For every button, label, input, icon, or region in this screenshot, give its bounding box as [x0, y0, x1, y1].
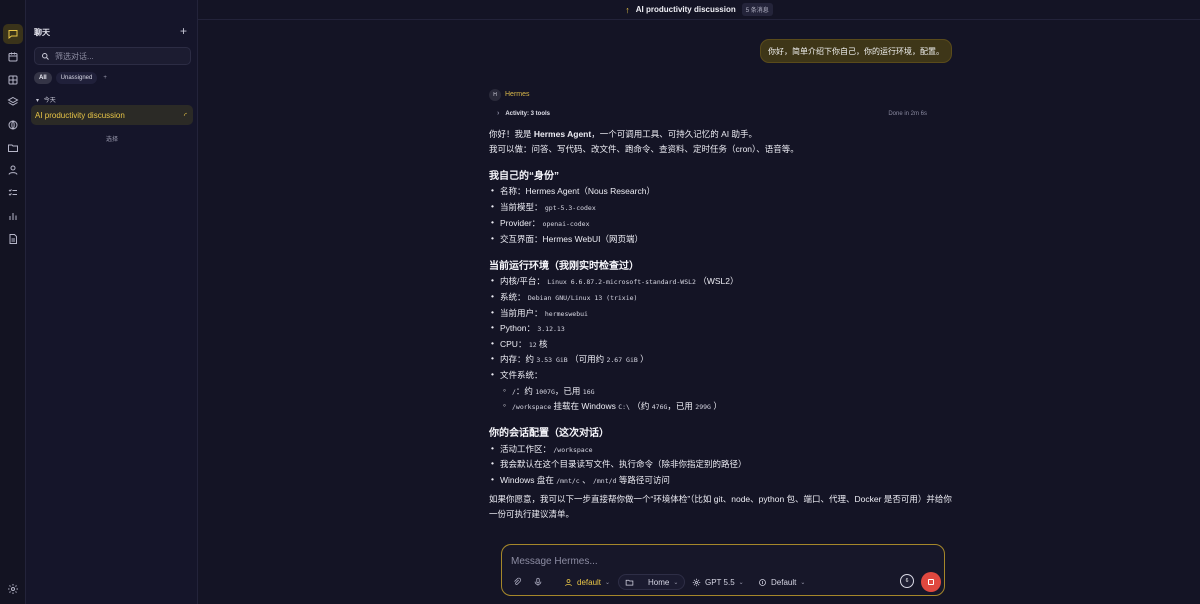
conversation-title: AI productivity discussion: [35, 110, 125, 120]
calendar-icon[interactable]: [3, 47, 23, 67]
search-icon: [42, 52, 49, 60]
agent-name: Hermes: [505, 91, 530, 98]
workspace-selector[interactable]: Home ⌄: [618, 574, 686, 590]
document-icon[interactable]: [3, 229, 23, 249]
agent-avatar: H: [489, 89, 501, 101]
folder-icon: [625, 579, 634, 585]
composer: default ⌄ Home ⌄ GPT 5.5 ⌄ Default ⌄ 6: [501, 544, 945, 596]
icon-rail: [0, 0, 26, 604]
conversation-item[interactable]: AI productivity discussion ◜: [31, 105, 193, 125]
bar-chart-icon[interactable]: [3, 206, 23, 226]
new-chat-button[interactable]: +: [180, 24, 187, 38]
model-selector[interactable]: GPT 5.5 ⌄: [686, 574, 750, 590]
message-count-badge: 5 条消息: [741, 3, 773, 16]
activity-row[interactable]: › Activity: 3 tools Done in 2m 6s: [489, 107, 929, 120]
abilities-line: 我可以做：问答、写代码、改文件、跑命令、查资料、定时任务（cron）、语音等。: [489, 144, 799, 154]
list-item: 当前用户： hermeswebui: [491, 307, 588, 319]
model-label: GPT 5.5: [705, 577, 735, 587]
tasks-icon[interactable]: [3, 183, 23, 203]
profile-label: default: [577, 577, 602, 587]
list-item: Windows 盘在 /mnt/c 、 /mnt/d 等路径可访问: [491, 474, 670, 486]
chevron-right-icon: ›: [497, 110, 500, 117]
list-item: 活动工作区： /workspace: [491, 443, 592, 455]
chevron-down-icon: ⌄: [800, 579, 806, 586]
topbar: ↑ AI productivity discussion 5 条消息: [198, 0, 1200, 20]
select-hint: 选择: [106, 137, 119, 143]
chevron-down-icon: ⌄: [738, 579, 744, 586]
reasoning-label: Default: [771, 577, 797, 587]
sidebar: 聊天 + All Unassigned + ▾ 今天 AI productivi…: [26, 0, 198, 604]
env-heading: 当前运行环境（我刚实时检查过）: [489, 261, 639, 272]
stop-button[interactable]: [921, 572, 941, 592]
user-icon: [565, 578, 572, 586]
list-item: Python： 3.12.13: [491, 322, 565, 334]
list-item: 文件系统：: [491, 369, 542, 381]
pin-icon[interactable]: ↑: [625, 5, 630, 15]
group-today[interactable]: ▾ 今天: [36, 95, 56, 104]
gear-icon[interactable]: [3, 579, 23, 599]
sidebar-search[interactable]: [34, 47, 191, 65]
folder-icon[interactable]: [3, 138, 23, 158]
closing-line: 一份可执行建议清单。: [489, 509, 575, 519]
chat-icon[interactable]: [3, 24, 23, 44]
add-filter-button[interactable]: +: [101, 72, 109, 84]
intro-line: 你好！我是 Hermes Agent，一个可调用工具、可持久记忆的 AI 助手。: [489, 129, 757, 139]
chevron-down-icon: ▾: [36, 98, 40, 104]
filter-chips: All Unassigned +: [34, 72, 109, 84]
closing-line: 如果你愿意，我可以下一步直接帮你做一个“环境体检”（比如 git、node、py…: [489, 494, 952, 504]
list-item: 内核/平台： Linux 6.6.87.2-microsoft-standard…: [491, 275, 738, 287]
globe-icon[interactable]: [3, 115, 23, 135]
filter-unassigned[interactable]: Unassigned: [55, 72, 98, 84]
list-item: 内存：约 3.53 GiB （可用约 2.67 GiB ）: [491, 353, 649, 365]
paperclip-icon[interactable]: [511, 576, 523, 588]
grid-icon[interactable]: [3, 70, 23, 90]
activity-duration: Done in 2m 6s: [888, 110, 927, 117]
list-item: 我会默认在这个目录读写文件、执行命令（除非你指定别的路径）: [491, 458, 746, 470]
list-item: 系统： Debian GNU/Linux 13 (trixie): [491, 291, 637, 303]
list-item: /：约 1007G，已用 16G: [503, 385, 594, 397]
filter-all[interactable]: All: [34, 72, 52, 84]
list-item: 当前模型： gpt-5.3-codex: [491, 201, 596, 213]
list-item: Provider： openai-codex: [491, 217, 589, 229]
group-label: 今天: [43, 98, 56, 104]
search-input[interactable]: [55, 51, 185, 61]
activity-label: Activity: 3 tools: [505, 110, 551, 117]
workspace-label: Home: [648, 577, 670, 587]
microphone-icon[interactable]: [532, 576, 544, 588]
user-message: 你好，简单介绍下你自己，你的运行环境，配置。: [760, 39, 952, 63]
session-heading: 你的会话配置（这次对话）: [489, 428, 609, 439]
chevron-down-icon: ⌄: [605, 579, 611, 586]
context-indicator[interactable]: 6: [900, 574, 914, 588]
stop-icon: [928, 579, 934, 585]
layers-icon[interactable]: [3, 92, 23, 112]
spinner-icon: ◜: [183, 110, 187, 120]
user-icon[interactable]: [3, 160, 23, 180]
reasoning-selector[interactable]: Default ⌄: [752, 574, 811, 590]
model-icon: [692, 578, 701, 586]
message-input[interactable]: [511, 554, 931, 568]
profile-selector[interactable]: default ⌄: [558, 574, 616, 590]
list-item: 交互界面：Hermes WebUI（网页端）: [491, 233, 643, 245]
chevron-down-icon: ⌄: [673, 579, 679, 586]
list-item: CPU： 12 核: [491, 338, 547, 350]
sidebar-title: 聊天: [34, 28, 50, 37]
list-item: 名称：Hermes Agent（Nous Research）: [491, 185, 655, 197]
info-icon: [759, 578, 766, 586]
conversation-heading: AI productivity discussion: [635, 5, 736, 14]
list-item: /workspace 挂载在 Windows C:\ （约 476G，已用 29…: [503, 400, 722, 412]
identity-heading: 我自己的“身份”: [489, 171, 559, 182]
